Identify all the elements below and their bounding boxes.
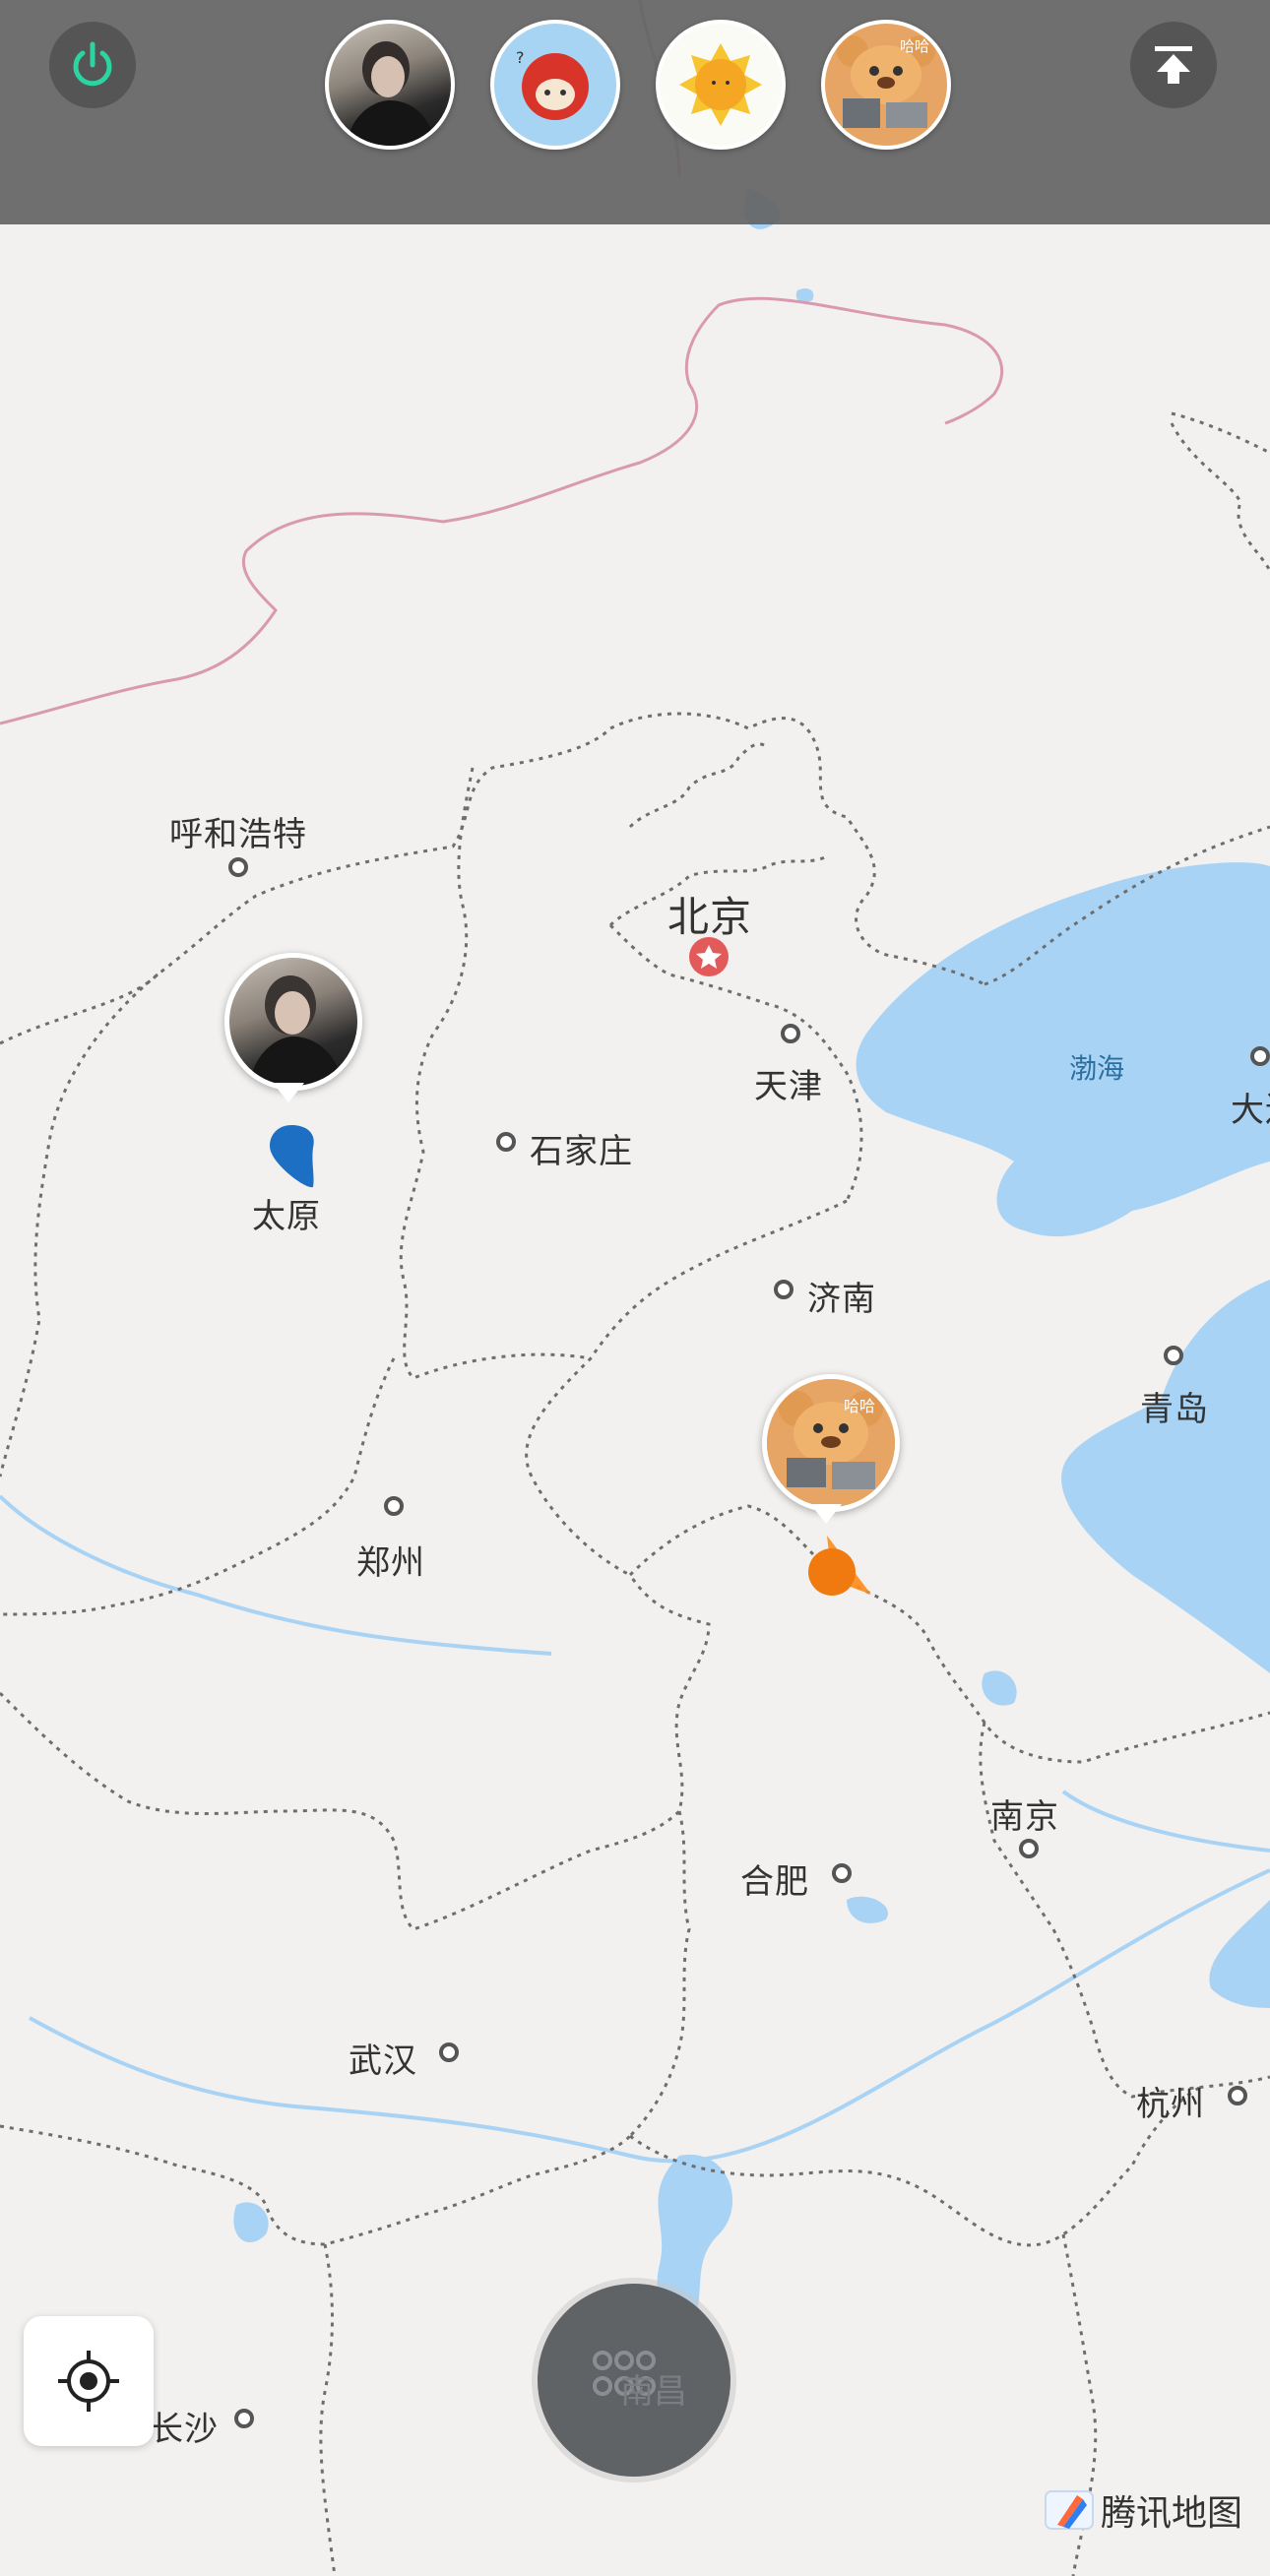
top-bar: ? 哈哈 <box>0 0 1270 224</box>
city-label-changsha[interactable]: 长沙 <box>150 2402 219 2450</box>
sea-label-bohai: 渤海 <box>1069 1052 1125 1085</box>
city-label-taiyuan[interactable]: 太原 <box>252 1189 321 1237</box>
bear-cartoon-icon <box>767 1379 895 1507</box>
city-label-jinan[interactable]: 济南 <box>807 1272 876 1320</box>
bear-avatar-caption: 哈哈 <box>900 37 930 55</box>
avatar-bear-cartoon[interactable]: 哈哈 <box>821 20 951 150</box>
person-photo-icon <box>249 975 343 1086</box>
svg-text:?: ? <box>516 48 525 67</box>
power-button[interactable] <box>49 22 136 108</box>
city-label-hangzhou[interactable]: 杭州 <box>1136 2077 1205 2125</box>
red-cartoon-icon: ? <box>516 48 589 120</box>
city-label-zhengzhou[interactable]: 郑州 <box>356 1536 425 1584</box>
city-label-wuhan[interactable]: 武汉 <box>349 2034 417 2082</box>
city-label-dalian[interactable]: 大连 <box>1231 1083 1270 1131</box>
menu-button-text: 南昌 <box>620 2372 687 2412</box>
sun-icon <box>679 43 762 126</box>
avatar-photo-person[interactable] <box>325 20 455 150</box>
city-label-nanjing[interactable]: 南京 <box>990 1790 1059 1838</box>
map-canvas[interactable] <box>0 0 1270 2576</box>
bear-pin-caption: 哈哈 <box>844 1397 876 1415</box>
crosshair-icon <box>58 2351 119 2412</box>
city-label-hohhot[interactable]: 呼和浩特 <box>169 807 307 855</box>
city-label-beijing[interactable]: 北京 <box>667 884 752 944</box>
city-label-shijiazhuang[interactable]: 石家庄 <box>530 1124 633 1172</box>
avatar-sun[interactable] <box>656 20 786 150</box>
person-photo-icon <box>347 41 435 146</box>
locate-me-button[interactable] <box>24 2316 154 2446</box>
city-label-hefei[interactable]: 合肥 <box>740 1854 809 1903</box>
tencent-maps-logo-icon <box>1045 2490 1094 2530</box>
tencent-maps-brand: 腾讯地图 <box>1044 2484 1242 2536</box>
power-icon <box>73 41 112 87</box>
upload-to-top-icon <box>1155 46 1192 84</box>
city-label-tianjin[interactable]: 天津 <box>754 1059 823 1107</box>
upload-to-top-button[interactable] <box>1130 22 1217 108</box>
main-menu-button[interactable]: 南昌 <box>538 2284 730 2477</box>
brand-text: 腾讯地图 <box>1101 2493 1243 2534</box>
avatar-red-cartoon[interactable]: ? <box>490 20 620 150</box>
city-label-qingdao[interactable]: 青岛 <box>1140 1382 1209 1430</box>
